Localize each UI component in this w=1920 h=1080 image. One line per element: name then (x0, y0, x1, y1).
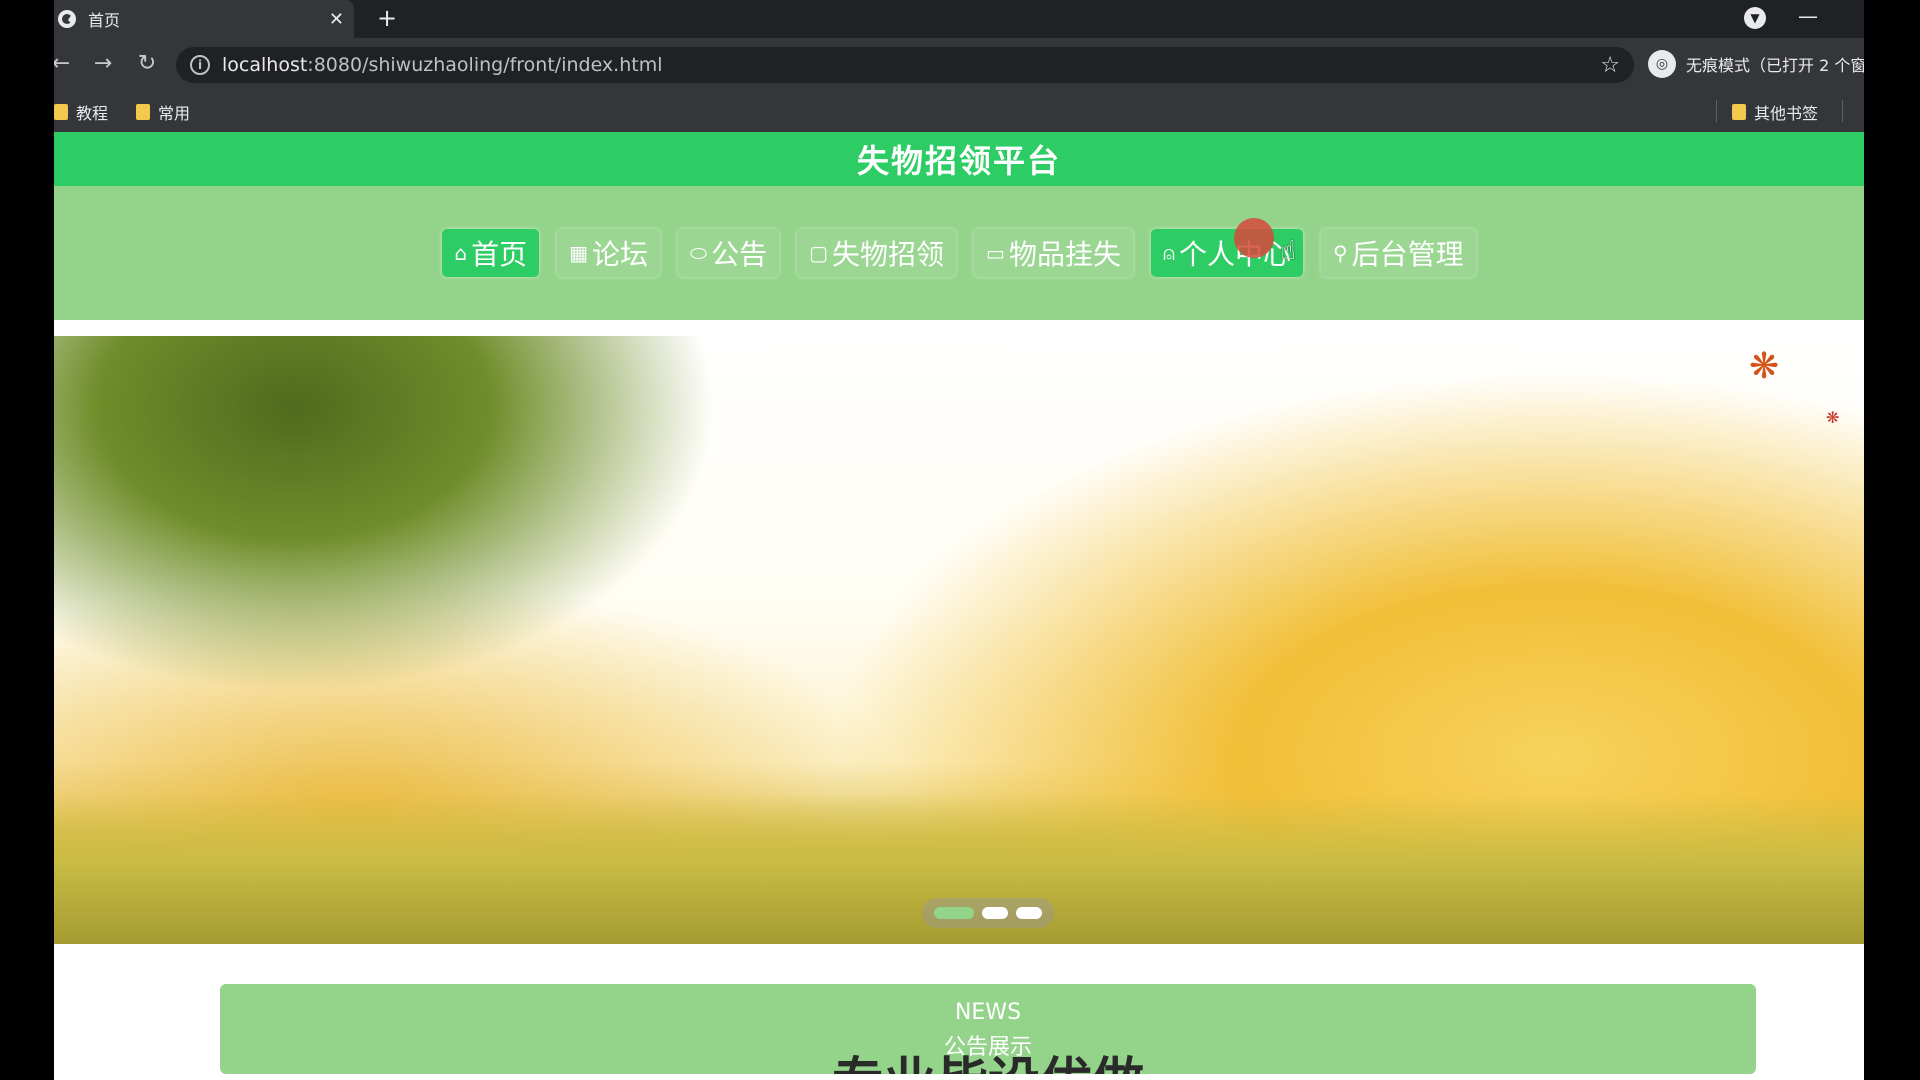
browser-toolbar: ← → ↻ i localhost :8080/shiwuzhaoling/fr… (54, 38, 1864, 90)
bookmark-label: 常用 (158, 104, 191, 123)
url-path: :8080/shiwuzhaoling/front/index.html (307, 54, 663, 76)
bookmark-star-icon[interactable]: ☆ (1600, 53, 1620, 78)
nav-label: 首页 (471, 238, 528, 271)
home-icon: ⌂ (454, 241, 468, 265)
reload-icon[interactable]: ↻ (132, 49, 162, 79)
globe-icon (58, 10, 76, 28)
back-arrow-icon[interactable]: ← (54, 49, 76, 79)
maple-leaf-icon: ❋ (1749, 346, 1780, 387)
other-bookmarks-label: 其他书签 (1754, 104, 1819, 123)
user-icon: ⍝ (1162, 241, 1175, 265)
folder-icon (136, 104, 150, 120)
carousel-dot-2[interactable] (982, 907, 1008, 919)
nav-label: 公告 (711, 238, 768, 271)
browser-window: 首页 ✕ + ▼ — ← → ↻ i localhost :8080/shiwu… (54, 0, 1864, 1080)
carousel-banner[interactable]: ❋ ❋ (54, 336, 1864, 944)
nav-label: 物品挂失 (1008, 238, 1121, 271)
nav-lost-found[interactable]: ▢ 失物招领 (797, 229, 957, 277)
bookmark-divider (1842, 100, 1843, 122)
url-host: localhost (222, 54, 308, 76)
main-nav: ⌂ 首页 ▦ 论坛 ⬭ 公告 ▢ 失物招领 ▭ 物品挂失 ⍝ 个人中心 ⚲ 后台… (54, 186, 1864, 320)
link-icon: ⚲ (1332, 241, 1348, 265)
click-indicator (1234, 218, 1274, 258)
site-header: 失物招领平台 (54, 132, 1864, 186)
nav-label: 后台管理 (1351, 238, 1464, 271)
hand-cursor-icon: ☝ (1280, 236, 1296, 266)
bookmark-divider (1716, 100, 1717, 122)
folder-icon (54, 104, 68, 120)
document-icon: ▢ (809, 241, 829, 265)
bookmark-folder-jiaocheng[interactable]: 教程 (54, 100, 108, 124)
nav-admin[interactable]: ⚲ 后台管理 (1320, 229, 1476, 277)
address-bar[interactable]: i localhost :8080/shiwuzhaoling/front/in… (176, 47, 1634, 83)
nav-label: 论坛 (591, 238, 648, 271)
tab-title: 首页 (88, 11, 121, 30)
web-page: 失物招领平台 ⌂ 首页 ▦ 论坛 ⬭ 公告 ▢ 失物招领 ▭ 物品挂失 ⍝ 个人… (54, 132, 1864, 1080)
carousel-dot-3[interactable] (1016, 907, 1042, 919)
forward-arrow-icon[interactable]: → (88, 49, 118, 79)
tab-strip: 首页 ✕ + ▼ — (54, 0, 1864, 38)
bookmark-folder-changyong[interactable]: 常用 (136, 100, 190, 124)
other-bookmarks[interactable]: 其他书签 (1732, 100, 1818, 124)
close-tab-icon[interactable]: ✕ (329, 9, 344, 30)
bookmark-label: 教程 (76, 104, 109, 123)
news-subtitle: 公告展示 (943, 1035, 1032, 1060)
forum-icon: ▦ (569, 241, 588, 265)
folder-icon (1732, 104, 1746, 120)
nav-report-lost[interactable]: ▭ 物品挂失 (974, 229, 1133, 277)
book-icon: ▭ (986, 241, 1005, 265)
carousel-indicators (922, 898, 1054, 928)
tag-icon: ⬭ (690, 241, 708, 265)
carousel-dot-1[interactable] (934, 907, 974, 919)
new-tab-button[interactable]: + (372, 3, 402, 33)
maple-leaf-icon: ❋ (1826, 408, 1840, 427)
news-label: NEWS (954, 1000, 1022, 1025)
tab-search-icon[interactable]: ▼ (1744, 7, 1766, 29)
incognito-icon: ◎ (1648, 50, 1676, 78)
minimize-button[interactable]: — (1798, 4, 1818, 28)
info-icon[interactable]: i (190, 55, 210, 75)
nav-announcements[interactable]: ⬭ 公告 (678, 229, 780, 277)
nav-forum[interactable]: ▦ 论坛 (557, 229, 660, 277)
bookmarks-bar: 教程 常用 其他书签 (54, 90, 1864, 132)
nav-label: 失物招领 (832, 238, 945, 271)
browser-tab[interactable]: 首页 ✕ (54, 0, 354, 38)
incognito-label: 无痕模式（已打开 2 个窗 (1686, 56, 1864, 75)
incognito-indicator[interactable]: ◎ 无痕模式（已打开 2 个窗 (1648, 50, 1864, 78)
nav-home[interactable]: ⌂ 首页 (442, 229, 540, 277)
news-section-header: NEWS 公告展示 专业皆设优做 (220, 984, 1756, 1074)
site-title: 失物招领平台 (856, 142, 1061, 180)
